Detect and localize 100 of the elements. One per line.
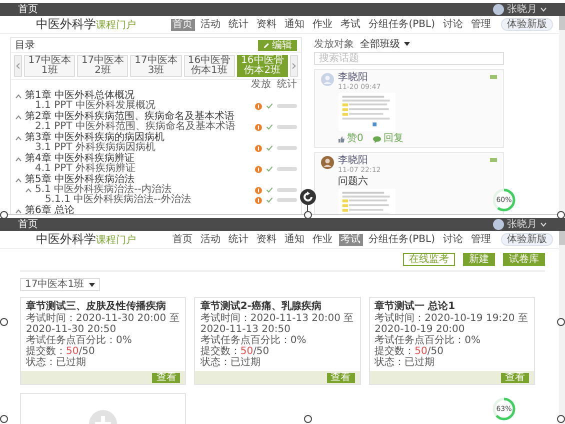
new-version-button[interactable]: 体验新版: [501, 233, 553, 246]
home-link[interactable]: 首页: [18, 218, 38, 230]
nav-item[interactable]: 首页: [170, 234, 195, 246]
search-field[interactable]: 搜索话题: [314, 52, 504, 65]
section-title[interactable]: 4.1 PPT 外科疾病辨证: [35, 164, 136, 174]
check-icon: [266, 166, 273, 172]
resize-handle[interactable]: [0, 415, 8, 423]
post-text: 问题六: [338, 176, 369, 187]
panel-title: 目录: [15, 40, 35, 50]
nav-item[interactable]: 讨论: [441, 18, 465, 30]
chapter-title[interactable]: 第5章 中医外科疾病治法: [25, 175, 135, 185]
user-name[interactable]: 张晓月: [507, 4, 537, 16]
dropdown-icon: [89, 282, 95, 286]
nav-item[interactable]: 分组任务(PBL): [366, 234, 437, 246]
nav-item[interactable]: 资料: [254, 234, 279, 246]
status-badge-icon: [255, 102, 262, 110]
chapter-title[interactable]: 第6章 总论: [25, 206, 75, 214]
exam-status: 状态：已过期: [200, 357, 262, 368]
status-badge-icon: [255, 124, 262, 130]
column-header: 统计: [277, 80, 297, 90]
chevron-down-icon: [540, 222, 547, 227]
nav-item[interactable]: 活动: [198, 234, 223, 246]
chevron-right-icon: [292, 63, 296, 69]
completion-rate: 考试任务点百分比：0%: [200, 335, 308, 346]
resize-handle[interactable]: [557, 415, 565, 423]
class-tab[interactable]: 16中医骨伤本1班: [184, 55, 235, 77]
course-title: 中医外科学: [36, 16, 96, 33]
stats-bar-icon: [277, 146, 297, 150]
check-icon: [266, 124, 273, 130]
section-title[interactable]: 5.1.1 中医外科疾病治法--外治法: [45, 195, 191, 205]
submission-count: 提交数：50/50: [200, 346, 270, 357]
resize-handle[interactable]: [0, 318, 8, 326]
section-title[interactable]: 2.1 PPT 中医外科范围、疾病命名及基本术语: [35, 122, 236, 132]
tag-icon: [490, 158, 497, 162]
resize-handle[interactable]: [557, 211, 565, 219]
nav-item[interactable]: 统计: [226, 234, 251, 246]
course-title: 中医外科学: [36, 231, 96, 248]
class-tab[interactable]: 17中医本1班: [24, 55, 76, 77]
exam-title: 章节测试2-癌痛、乳腺疾病: [200, 301, 322, 312]
status-badge-icon: [255, 196, 262, 204]
chevron-left-icon: [16, 63, 20, 69]
scrollbar-thumb[interactable]: [559, 16, 565, 30]
stats-bar-icon: [277, 104, 297, 108]
exam-title: 章节测试三、皮肤及性传播疾病: [26, 301, 167, 312]
author-name[interactable]: 李晓阳: [338, 156, 381, 166]
chevron-down-icon: [540, 7, 547, 12]
target-select[interactable]: 全部班级: [360, 37, 410, 50]
nav-item[interactable]: 资料: [254, 18, 279, 30]
nav-item[interactable]: 分组任务(PBL): [366, 18, 437, 30]
class-tab[interactable]: 17中医本3班: [130, 55, 182, 77]
stats-bar-icon: [277, 167, 297, 171]
nav-item[interactable]: 统计: [226, 18, 251, 30]
column-header: 发放: [251, 80, 271, 90]
nav-item[interactable]: 作业: [310, 234, 335, 246]
new-version-button[interactable]: 体验新版: [501, 18, 553, 31]
home-link[interactable]: 首页: [18, 4, 38, 16]
nav-item[interactable]: 管理: [469, 18, 493, 30]
nav-item[interactable]: 管理: [469, 234, 493, 246]
author-name[interactable]: 李晓阳: [338, 73, 381, 83]
avatar-icon: [493, 219, 504, 230]
exam-time: 考试时间：2020-11-13 20:00 至 2020-11-13 20:50: [200, 313, 355, 335]
filter-label: 发放对象: [314, 38, 354, 50]
completion-rate: 考试任务点百分比：0%: [26, 335, 133, 346]
section-title[interactable]: 5.1 中医外科疾病治法--内治法: [35, 185, 172, 195]
nav-item[interactable]: 活动: [198, 18, 223, 30]
stats-bar-icon: [277, 198, 297, 202]
nav-item[interactable]: 考试: [338, 18, 363, 30]
exam-time: 考试时间：2020-10-19 19:20 至 2020-10-19 20:00: [374, 313, 529, 335]
pencil-icon: [263, 42, 270, 48]
exam-status: 状态：已过期: [374, 357, 436, 368]
nav-item[interactable]: 作业: [310, 18, 335, 30]
tag-icon: [490, 75, 497, 79]
resize-handle[interactable]: [304, 211, 312, 219]
nav-item[interactable]: 讨论: [441, 234, 465, 246]
scrollbar[interactable]: [559, 16, 565, 214]
rotate-handle-icon[interactable]: [300, 189, 316, 205]
check-icon: [266, 145, 273, 151]
stats-bar-icon: [277, 188, 297, 192]
exam-title: 章节测试一 总论1: [374, 301, 456, 312]
nav-item[interactable]: 通知: [282, 234, 307, 246]
scroll-right-button[interactable]: [290, 55, 298, 77]
scrollbar-thumb[interactable]: [559, 231, 565, 245]
chapter-title[interactable]: 第1章 中医外科总体概况: [25, 91, 135, 101]
class-tab[interactable]: 17中医本2班: [77, 55, 128, 77]
scrollbar[interactable]: [559, 231, 565, 424]
completion-rate: 考试任务点百分比：0%: [374, 335, 482, 346]
nav-item[interactable]: 通知: [282, 18, 307, 30]
resize-handle[interactable]: [0, 211, 8, 219]
chapter-title[interactable]: 第4章 中医外科疾病辨证: [25, 154, 135, 164]
resize-handle[interactable]: [304, 415, 312, 423]
class-select[interactable]: 17中医本1班: [20, 278, 100, 291]
chapter-title[interactable]: 第3章 中医外科疾病的病因病机: [25, 133, 165, 143]
check-icon: [266, 103, 273, 109]
resize-handle[interactable]: [557, 318, 565, 326]
status-badge-icon: [255, 186, 262, 194]
section-title[interactable]: 3.1 PPT 外科疾病病因病机: [35, 143, 156, 153]
thumbs-up-icon: [338, 136, 345, 142]
chapter-title[interactable]: 第2章 中医外科疾病范围、疾病命名及基本术语: [25, 112, 235, 122]
section-title[interactable]: 1.1 PPT 中医外科发展概况: [35, 101, 156, 111]
user-name[interactable]: 张晓月: [507, 218, 537, 230]
